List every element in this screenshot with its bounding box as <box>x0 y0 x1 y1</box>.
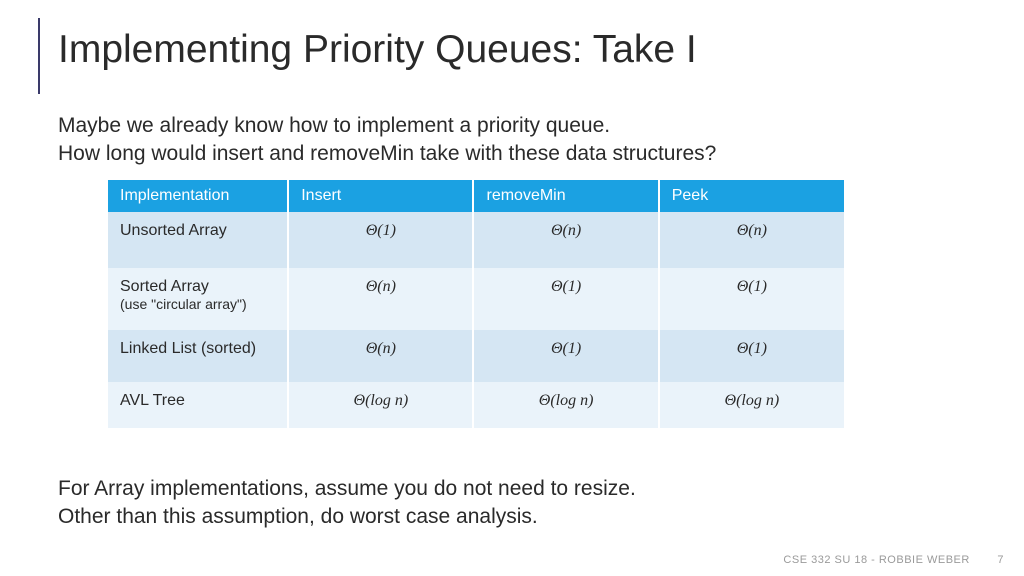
table-row: Unsorted Array Θ(1) Θ(n) Θ(n) <box>108 212 844 268</box>
outro-bold: worst case <box>350 505 450 528</box>
table-header-row: Implementation Insert removeMin Peek <box>108 180 844 212</box>
table-row: Linked List (sorted) Θ(n) Θ(1) Θ(1) <box>108 330 844 382</box>
cell-removemin: Θ(1) <box>473 330 658 382</box>
cell-impl: Sorted Array (use "circular array") <box>108 268 288 330</box>
cell-insert: Θ(n) <box>288 268 473 330</box>
outro-line-2: Other than this assumption, do worst cas… <box>58 503 636 531</box>
table-row: Sorted Array (use "circular array") Θ(n)… <box>108 268 844 330</box>
impl-name: Sorted Array <box>120 278 209 295</box>
table-row: AVL Tree Θ(log n) Θ(log n) Θ(log n) <box>108 382 844 428</box>
title-accent-bar <box>38 18 40 94</box>
impl-name: Linked List (sorted) <box>120 340 256 357</box>
cell-peek: Θ(log n) <box>659 382 844 428</box>
cell-peek: Θ(1) <box>659 330 844 382</box>
slide-footer: CSE 332 SU 18 - ROBBIE WEBER 7 <box>783 554 1004 566</box>
impl-name: Unsorted Array <box>120 222 227 239</box>
impl-sub: (use "circular array") <box>120 296 275 312</box>
outro-line-1: For Array implementations, assume you do… <box>58 475 636 503</box>
cell-insert: Θ(log n) <box>288 382 473 428</box>
header-insert: Insert <box>288 180 473 212</box>
header-peek: Peek <box>659 180 844 212</box>
intro-text: Maybe we already know how to implement a… <box>58 112 716 169</box>
header-removemin: removeMin <box>473 180 658 212</box>
cell-removemin: Θ(n) <box>473 212 658 268</box>
cell-peek: Θ(n) <box>659 212 844 268</box>
cell-peek: Θ(1) <box>659 268 844 330</box>
cell-removemin: Θ(1) <box>473 268 658 330</box>
impl-name: AVL Tree <box>120 392 185 409</box>
outro-part-c: analysis. <box>450 505 538 528</box>
page-number: 7 <box>997 554 1004 566</box>
cell-impl: Linked List (sorted) <box>108 330 288 382</box>
cell-insert: Θ(n) <box>288 330 473 382</box>
intro-line-2: How long would insert and removeMin take… <box>58 140 716 168</box>
complexity-table: Implementation Insert removeMin Peek Uns… <box>108 180 844 428</box>
header-implementation: Implementation <box>108 180 288 212</box>
footer-course: CSE 332 SU 18 - ROBBIE WEBER <box>783 554 969 566</box>
cell-removemin: Θ(log n) <box>473 382 658 428</box>
outro-text: For Array implementations, assume you do… <box>58 475 636 532</box>
cell-impl: Unsorted Array <box>108 212 288 268</box>
outro-part-a: Other than this assumption, do <box>58 505 350 528</box>
cell-impl: AVL Tree <box>108 382 288 428</box>
intro-line-1: Maybe we already know how to implement a… <box>58 112 716 140</box>
cell-insert: Θ(1) <box>288 212 473 268</box>
slide-title: Implementing Priority Queues: Take I <box>58 28 697 72</box>
